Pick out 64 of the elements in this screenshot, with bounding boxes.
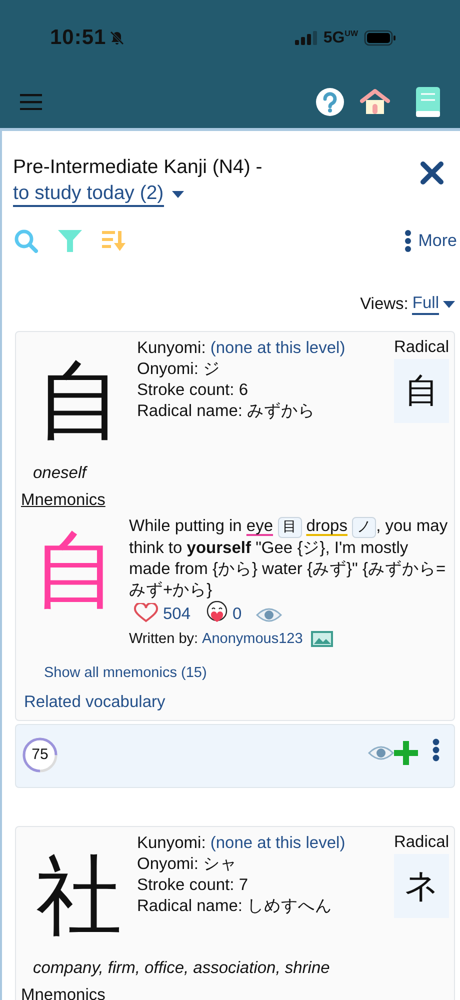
search-icon[interactable] (14, 229, 38, 253)
mnemonics-heading: Mnemonics (21, 986, 106, 1000)
mnemonic-text: While putting in eye 目 drops ノ , you may think to yourself "Gee {ジ}, I'm mostly made from {から} water {みず}" {みずから=みず+から} (129, 516, 449, 601)
radical-character[interactable]: 自 (394, 359, 449, 423)
related-vocabulary-link[interactable]: Related vocabulary (24, 693, 166, 712)
radical-chip[interactable]: ノ (352, 517, 376, 538)
mnemonic-kanji: 自 (33, 520, 117, 620)
status-time: 10:51 (50, 26, 106, 50)
close-icon[interactable] (420, 161, 444, 185)
eye-icon[interactable] (256, 607, 282, 623)
views-label: Views: (360, 294, 408, 314)
radical-label: Radical (394, 338, 449, 357)
kanji-character: 社 (35, 845, 123, 948)
list-filter-dropdown[interactable]: to study today (2) (13, 181, 164, 207)
more-label: More (418, 231, 457, 251)
views-dropdown[interactable]: Full (412, 293, 439, 315)
reading-value: みずから (247, 402, 316, 420)
menu-icon[interactable] (20, 94, 42, 110)
radical-character[interactable]: ネ (394, 854, 449, 918)
reading-value: ジ (203, 360, 220, 378)
battery-icon (364, 30, 396, 46)
reading-label: Stroke count: (137, 876, 234, 894)
reading-value: シャ (203, 855, 238, 873)
hug-emoji-icon[interactable] (204, 601, 229, 623)
reading-label: Kunyomi: (137, 339, 206, 357)
kanji-meaning: company, firm, office, association, shrine (32, 958, 331, 978)
reading-link[interactable]: (none at this level) (210, 339, 346, 357)
reading-label: Onyomi: (137, 855, 198, 873)
reading-value: 7 (238, 876, 248, 894)
bell-off-icon (109, 30, 126, 46)
more-vertical-icon[interactable] (432, 738, 440, 762)
reading-link[interactable]: (none at this level) (210, 834, 346, 852)
reading-label: Onyomi: (137, 360, 198, 378)
signal-icon (295, 31, 318, 45)
home-icon[interactable] (360, 88, 390, 116)
caret-icon[interactable] (172, 190, 184, 198)
like-count: 504 (163, 605, 191, 623)
heart-icon[interactable] (133, 603, 159, 623)
page-title: Pre-Intermediate Kanji (N4) - (13, 155, 262, 180)
author-link[interactable]: Anonymous123 (202, 631, 303, 647)
progress-ring (22, 737, 58, 773)
reading-value: 6 (238, 381, 248, 399)
radical-chip[interactable]: 目 (278, 517, 302, 538)
author-label: Written by: (129, 631, 198, 647)
show-all-mnemonics-link[interactable]: Show all mnemonics (15) (44, 665, 207, 681)
reading-label: Radical name: (137, 897, 242, 915)
eye-icon[interactable] (368, 745, 394, 761)
reading-label: Kunyomi: (137, 834, 206, 852)
favorite-count: 0 (232, 605, 242, 623)
kanji-meaning: oneself (32, 463, 88, 483)
radical-label: Radical (394, 833, 449, 852)
help-icon[interactable] (316, 88, 344, 116)
caret-icon[interactable] (443, 300, 455, 308)
more-button[interactable]: More (404, 229, 457, 253)
reading-value: しめすへん (247, 897, 332, 915)
mnemonics-heading: Mnemonics (21, 491, 106, 510)
network-label: 5G$^{UW}$ (323, 28, 358, 48)
reading-label: Radical name: (137, 402, 242, 420)
more-vertical-icon (404, 229, 412, 253)
reading-label: Stroke count: (137, 381, 234, 399)
progress-score: 75 (32, 747, 48, 763)
image-icon[interactable] (310, 631, 333, 647)
kanji-character: 自 (35, 350, 123, 453)
plus-icon[interactable] (394, 741, 418, 765)
